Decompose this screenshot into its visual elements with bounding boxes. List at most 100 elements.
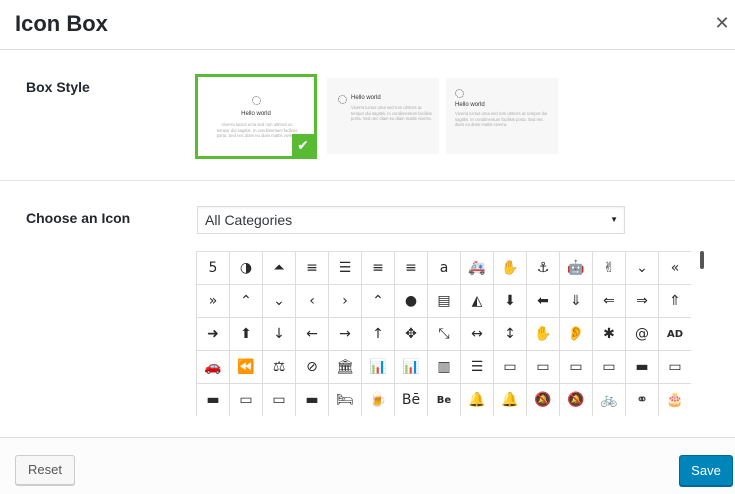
anchor-icon[interactable]: ⚓ (527, 252, 560, 285)
arrow-circle-down-icon[interactable]: ⬇ (494, 285, 527, 318)
archive-icon[interactable]: ▤ (428, 285, 461, 318)
balance-scale-icon[interactable]: ⚖ (263, 351, 296, 384)
angle-down-icon[interactable]: ⌄ (263, 285, 296, 318)
box-style-option-3[interactable]: Hello world Viverra luctus urna sed rum … (446, 78, 558, 154)
battery-empty-alt-icon[interactable]: ▭ (659, 351, 691, 384)
arrow-circle-o-down-icon[interactable]: ⇓ (560, 285, 593, 318)
ambulance-icon[interactable]: 🚑 (461, 252, 494, 285)
bell-slash-o-icon[interactable]: 🔕 (560, 384, 593, 416)
angle-left-icon[interactable]: ‹ (296, 285, 329, 318)
align-left-icon[interactable]: ≡ (362, 252, 395, 285)
close-icon[interactable]: ✕ (713, 14, 731, 32)
bar-chart-o-icon[interactable]: 📊 (395, 351, 428, 384)
asterisk-icon[interactable]: ✱ (593, 318, 626, 351)
circle-notch-icon (338, 95, 347, 104)
align-justify-icon[interactable]: ☰ (329, 252, 362, 285)
battery-empty-icon[interactable]: ▭ (494, 351, 527, 384)
birthday-cake-icon[interactable]: 🎂 (659, 384, 691, 416)
bank-icon[interactable]: 🏛 (329, 351, 362, 384)
deaf-icon[interactable]: 👂 (560, 318, 593, 351)
amazon-icon[interactable]: a (428, 252, 461, 285)
battery-quarter-alt-icon[interactable]: ▭ (230, 384, 263, 416)
audio-description-icon[interactable]: AD (659, 318, 691, 351)
behance-icon[interactable]: Bē (395, 384, 428, 416)
card-title: Hello world (351, 95, 381, 101)
battery-quarter-alt2-icon[interactable]: ▭ (263, 384, 296, 416)
bars-icon[interactable]: ☰ (461, 351, 494, 384)
beer-icon[interactable]: 🍺 (362, 384, 395, 416)
card-text: Viverra luctus urna sed rum ultrices ac … (455, 111, 548, 127)
barcode-icon[interactable]: ▥ (428, 351, 461, 384)
angle-double-left-icon[interactable]: « (659, 252, 691, 285)
arrow-circle-o-left-icon[interactable]: ⇐ (593, 285, 626, 318)
angle-double-up-icon[interactable]: ⌃ (230, 285, 263, 318)
box-style-option-2[interactable]: Hello world Viverra luctus urna sed rum … (327, 78, 439, 154)
battery-full-alt-icon[interactable]: ▬ (197, 384, 230, 416)
arrows-v-icon[interactable]: ↕ (494, 318, 527, 351)
car-icon[interactable]: 🚗 (197, 351, 230, 384)
bell-slash-icon[interactable]: 🔕 (527, 384, 560, 416)
bed-icon[interactable]: 🛏 (329, 384, 362, 416)
scrollbar-thumb[interactable] (700, 251, 704, 269)
chevron-circle-up-icon[interactable]: ⏶ (263, 252, 296, 285)
checkmark-icon: ✔ (292, 134, 314, 156)
align-center-icon[interactable]: ≡ (296, 252, 329, 285)
backward-icon[interactable]: ⏪ (230, 351, 263, 384)
circle-notch-icon (252, 96, 261, 105)
save-button[interactable]: Save (679, 455, 733, 486)
battery-full-icon[interactable]: ▬ (626, 351, 659, 384)
arrow-right-icon[interactable]: → (329, 318, 362, 351)
angle-right-icon[interactable]: › (329, 285, 362, 318)
icon-grid-scrollbar[interactable] (699, 251, 705, 416)
circle-notch-icon (455, 89, 464, 98)
choose-icon-row: Choose an Icon All Categories ▼ 5 ◑ ⏶ ≡ ☰ ≡ ≡ a… (0, 182, 735, 437)
dialog-footer: Reset Save (0, 437, 735, 494)
reset-button[interactable]: Reset (15, 455, 75, 485)
arrows-icon[interactable]: ✥ (395, 318, 428, 351)
apple-icon[interactable]: ● (395, 285, 428, 318)
card-text: Viverra luctus urna sed rum ultrices ac … (216, 122, 298, 138)
icon-grid: 5 ◑ ⏶ ≡ ☰ ≡ ≡ a 🚑 ✋ ⚓ 🤖 ✌ ⌄ «» ⌃ ⌄ ‹ › ⌃ ● ▤ ◭ ⬇ ⬅ ⇓ ⇐ ⇒ ⇑ ➜ ⬆ ↓ ← → ↑ ✥ ⤡ ↔ ↕… (196, 251, 691, 416)
area-chart-icon[interactable]: ◭ (461, 285, 494, 318)
arrow-circle-left-icon[interactable]: ⬅ (527, 285, 560, 318)
box-style-option-1[interactable]: Hello world Viverra luctus urna sed rum … (195, 74, 317, 159)
card-title: Hello world (455, 102, 485, 108)
behance-square-icon[interactable]: Be (428, 384, 461, 416)
android-icon[interactable]: 🤖 (560, 252, 593, 285)
angle-double-down-icon[interactable]: ⌄ (626, 252, 659, 285)
arrow-circle-o-up-icon[interactable]: ⇑ (659, 285, 691, 318)
hand-peace-icon[interactable]: ✌ (593, 252, 626, 285)
card-text: Viverra luctus urna sed rum ultrices ac … (351, 105, 432, 121)
category-select[interactable]: All Categories ▼ (197, 206, 625, 234)
dialog-title: Icon Box (15, 11, 108, 36)
asl-interpreting-icon[interactable]: ✋ (527, 318, 560, 351)
battery-half-alt-icon[interactable]: ▬ (296, 384, 329, 416)
arrows-h-icon[interactable]: ↔ (461, 318, 494, 351)
bell-icon[interactable]: 🔔 (461, 384, 494, 416)
at-icon[interactable]: @ (626, 318, 659, 351)
arrow-circle-right-icon[interactable]: ➜ (197, 318, 230, 351)
sign-language-icon[interactable]: ✋ (494, 252, 527, 285)
battery-half-icon[interactable]: ▭ (560, 351, 593, 384)
angle-up-icon[interactable]: ⌃ (362, 285, 395, 318)
angle-double-right-icon[interactable]: » (197, 285, 230, 318)
arrow-circle-up-icon[interactable]: ⬆ (230, 318, 263, 351)
battery-quarter-icon[interactable]: ▭ (527, 351, 560, 384)
dropdown-arrow-icon: ▼ (610, 215, 618, 224)
arrow-down-icon[interactable]: ↓ (263, 318, 296, 351)
binoculars-icon[interactable]: ⚭ (626, 384, 659, 416)
dialog-header: Icon Box ✕ (0, 0, 735, 50)
ban-icon[interactable]: ⊘ (296, 351, 329, 384)
bicycle-icon[interactable]: 🚲 (593, 384, 626, 416)
align-right-icon[interactable]: ≡ (395, 252, 428, 285)
bell-o-icon[interactable]: 🔔 (494, 384, 527, 416)
battery-three-quarters-icon[interactable]: ▭ (593, 351, 626, 384)
arrow-circle-o-right-icon[interactable]: ⇒ (626, 285, 659, 318)
arrow-left-icon[interactable]: ← (296, 318, 329, 351)
card-title: Hello world (241, 111, 271, 117)
bar-chart-icon[interactable]: 📊 (362, 351, 395, 384)
arrow-up-icon[interactable]: ↑ (362, 318, 395, 351)
arrows-alt-icon[interactable]: ⤡ (428, 318, 461, 351)
500px-icon[interactable]: 5 (197, 252, 230, 285)
adjust-icon[interactable]: ◑ (230, 252, 263, 285)
